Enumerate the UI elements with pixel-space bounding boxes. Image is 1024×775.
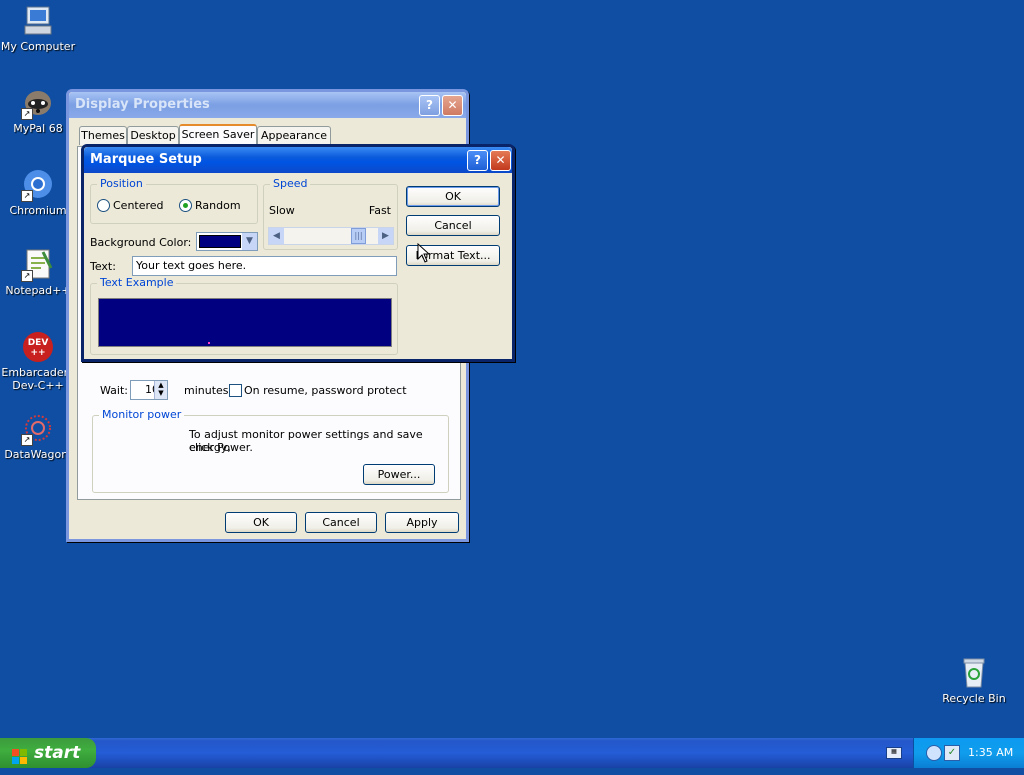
background-color-dropdown[interactable]: ▼ <box>196 232 258 251</box>
background-color-label: Background Color: <box>90 236 192 249</box>
speed-title: Speed <box>270 177 311 190</box>
preview-pixel <box>208 342 210 344</box>
minutes-label: minutes <box>184 384 229 397</box>
tab-screen-saver[interactable]: Screen Saver <box>179 124 257 146</box>
help-button[interactable]: ? <box>467 150 488 171</box>
recycle-bin-icon <box>957 656 991 690</box>
mypal-icon: ↗ <box>21 86 55 120</box>
dialog-title: Marquee Setup <box>90 152 202 167</box>
text-example-preview <box>98 298 392 347</box>
help-button[interactable]: ? <box>419 95 440 116</box>
computer-icon <box>21 4 55 38</box>
security-icon[interactable]: ✓ <box>944 745 960 761</box>
password-protect-checkbox[interactable] <box>229 384 242 397</box>
monitor-power-title: Monitor power <box>99 408 185 421</box>
mouse-cursor-icon <box>417 242 431 266</box>
tab-themes[interactable]: Themes <box>79 126 127 145</box>
keyboard-icon[interactable]: ▦ <box>886 747 902 759</box>
desktop-icon-label: Recycle Bin <box>942 692 1006 705</box>
monitor-power-text-2: click Power. <box>189 441 253 454</box>
password-protect-label: On resume, password protect <box>244 384 407 397</box>
datawagon-icon: ↗ <box>21 412 55 446</box>
devcpp-icon: DEV ++ <box>21 330 55 364</box>
svg-text:DEV: DEV <box>28 338 49 348</box>
shortcut-arrow-icon: ↗ <box>21 434 33 446</box>
wait-spinner[interactable]: ▲ ▼ <box>154 381 167 399</box>
monitor-power-group: Monitor power To adjust monitor power se… <box>92 408 449 493</box>
chromium-icon: ↗ <box>21 168 55 202</box>
close-button[interactable]: ✕ <box>490 150 511 171</box>
wait-label: Wait: <box>100 384 128 397</box>
clock[interactable]: 1:35 AM <box>968 738 1013 768</box>
marquee-setup-dialog: Marquee Setup ? ✕ Position Centered Rand… <box>81 144 515 362</box>
ok-button[interactable]: OK <box>406 186 500 207</box>
windows-logo-icon <box>12 745 28 764</box>
shortcut-arrow-icon: ↗ <box>21 190 33 202</box>
power-button[interactable]: Power... <box>363 464 435 485</box>
centered-label: Centered <box>113 199 164 212</box>
cancel-button[interactable]: Cancel <box>305 512 377 533</box>
close-button[interactable]: ✕ <box>442 95 463 116</box>
centered-radio[interactable] <box>97 199 110 212</box>
desktop-icon-label: My Computer <box>0 40 76 53</box>
start-button[interactable]: start <box>0 738 96 768</box>
slider-right-arrow-icon[interactable]: ▶ <box>378 228 393 244</box>
ok-button[interactable]: OK <box>225 512 297 533</box>
chevron-down-icon[interactable]: ▼ <box>242 233 257 250</box>
display-properties-titlebar[interactable]: Display Properties ? ✕ <box>69 92 466 118</box>
desktop-icon-recycle-bin[interactable]: Recycle Bin <box>934 656 1014 705</box>
speed-group: Speed Slow Fast ◀ ||| ▶ <box>263 177 398 250</box>
text-input-value: Your text goes here. <box>136 259 247 272</box>
text-label: Text: <box>90 260 116 273</box>
notepad-plus-plus-icon: ↗ <box>21 248 55 282</box>
marquee-setup-titlebar[interactable]: Marquee Setup ? ✕ <box>84 147 512 173</box>
random-label: Random <box>195 199 241 212</box>
text-example-group: Text Example <box>90 276 398 355</box>
system-tray: ✓ 1:35 AM <box>913 738 1024 768</box>
slider-thumb[interactable]: ||| <box>351 228 366 244</box>
network-icon[interactable] <box>926 745 942 761</box>
start-label: start <box>34 743 81 763</box>
apply-button[interactable]: Apply <box>385 512 459 533</box>
random-radio[interactable] <box>179 199 192 212</box>
tab-strip: Themes Desktop Screen Saver Appearance <box>77 124 457 146</box>
text-input[interactable]: Your text goes here. <box>132 256 397 276</box>
text-example-title: Text Example <box>97 276 177 289</box>
shortcut-arrow-icon: ↗ <box>21 270 33 282</box>
cancel-button[interactable]: Cancel <box>406 215 500 236</box>
window-title: Display Properties <box>75 97 210 112</box>
position-group: Position Centered Random <box>90 177 258 224</box>
slow-label: Slow <box>269 204 295 217</box>
background-color-swatch <box>199 235 241 248</box>
desktop-icon-my-computer[interactable]: My Computer <box>0 4 78 53</box>
svg-text:++: ++ <box>30 348 45 358</box>
position-title: Position <box>97 177 146 190</box>
slider-left-arrow-icon[interactable]: ◀ <box>269 228 284 244</box>
tab-desktop[interactable]: Desktop <box>127 126 179 145</box>
speed-slider[interactable]: ◀ ||| ▶ <box>268 227 394 245</box>
taskbar: start ▦ ✓ 1:35 AM <box>0 738 1024 768</box>
tab-appearance[interactable]: Appearance <box>257 126 331 145</box>
fast-label: Fast <box>368 204 391 217</box>
wait-input[interactable]: 10 ▲ ▼ <box>130 380 168 400</box>
shortcut-arrow-icon: ↗ <box>21 108 33 120</box>
